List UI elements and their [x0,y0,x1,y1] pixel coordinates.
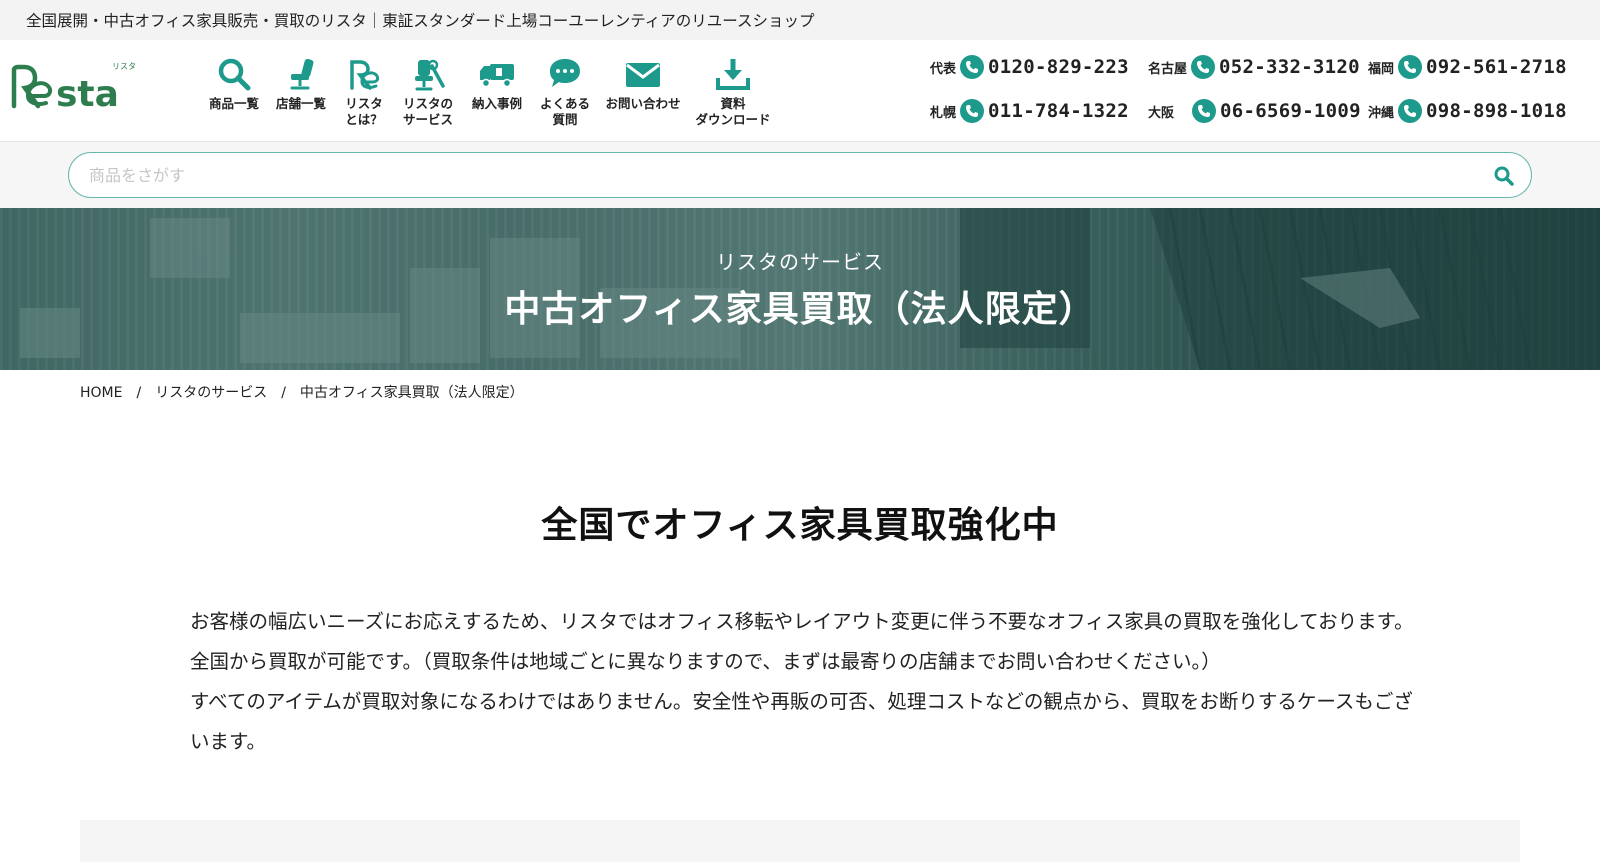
phone-city: 代表 [930,61,957,77]
breadcrumb-home[interactable]: HOME [80,385,122,401]
mail-icon [623,54,663,94]
breadcrumb-services[interactable]: リスタのサービス [155,385,267,401]
intro-paragraph-2: すべてのアイテムが買取対象になるわけではありません。安全性や再販の可否、処理コス… [190,690,1413,753]
section-heading: 全国でオフィス家具買取強化中 [541,505,1059,546]
download-icon [713,54,753,94]
phone-number: 06-6569-1009 [1220,100,1361,122]
site-tagline: 全国展開・中古オフィス家具販売・買取のリスタ｜東証スタンダード上場コーユーレンテ… [26,12,815,30]
phone-number: 052-332-3120 [1219,56,1360,78]
nav-download-label: 資料 ダウンロード [695,96,771,127]
phone-number: 092-561-2718 [1426,56,1567,78]
intro-text: お客様の幅広いニーズにお応えするため、リスタではオフィス移転やレイアウト変更に伴… [190,602,1420,762]
phone-icon [1192,99,1217,123]
search-submit-button[interactable] [1493,165,1515,187]
phone-city: 大阪 [1148,105,1175,121]
phone-number: 098-898-1018 [1426,100,1567,122]
svg-text:sta: sta [56,74,119,112]
phone-number: 011-784-1322 [988,100,1129,122]
hero-banner: リスタのサービス 中古オフィス家具買取（法人限定） [0,208,1600,370]
phone-icon [1191,55,1216,79]
search-icon [1494,166,1514,186]
breadcrumb: HOME / リスタのサービス / 中古オフィス家具買取（法人限定） [80,382,524,402]
chair-repair-icon [408,54,448,94]
nav-contact[interactable]: お問い合わせ [601,54,685,112]
phone-city: 札幌 [930,105,957,121]
site-logo[interactable]: リスタ sta [8,56,136,115]
search-band [0,142,1600,208]
phone-list: 代表 0120-829-223 名古屋 052-332-3120 福岡 092-… [930,54,1580,134]
nav-faq-label: よくある 質問 [539,96,590,127]
top-bar: 全国展開・中古オフィス家具販売・買取のリスタ｜東証スタンダード上場コーユーレンテ… [0,0,1600,40]
breadcrumb-separator: / [281,385,286,401]
site-header: リスタ sta 商品一覧 店舗一覧 リスタ とは？ リスタの サービス 納入事例… [0,40,1600,142]
office-chair-icon [281,54,321,94]
phone-icon [960,99,985,123]
nav-about[interactable]: リスタ とは？ [339,54,389,128]
phone-okinawa[interactable]: 沖縄 098-898-1018 [1368,98,1567,124]
phone-number: 0120-829-223 [988,56,1129,78]
phone-city: 福岡 [1368,61,1395,77]
truck-icon [477,54,517,94]
nav-stores-label: 店舗一覧 [275,96,326,111]
logo-ruby: リスタ [112,62,136,71]
phone-icon [1398,55,1423,79]
hero-subtitle: リスタのサービス [716,250,884,274]
nav-faq[interactable]: よくある 質問 [535,54,595,128]
nav-products[interactable]: 商品一覧 [205,54,263,112]
nav-download[interactable]: 資料 ダウンロード [689,54,777,128]
phone-icon [1398,99,1423,123]
resta-logo-icon: リスタ sta [11,62,136,115]
phone-sapporo[interactable]: 札幌 011-784-1322 [930,98,1129,124]
search-icon [214,54,254,94]
phone-main[interactable]: 代表 0120-829-223 [930,54,1129,80]
nav-services[interactable]: リスタの サービス [395,54,461,128]
phone-fukuoka[interactable]: 福岡 092-561-2718 [1368,54,1567,80]
content-panel [80,820,1520,862]
search-box [68,152,1532,198]
search-input[interactable] [89,162,1469,188]
nav-contact-label: お問い合わせ [605,96,681,111]
nav-cases[interactable]: 納入事例 [465,54,529,112]
phone-nagoya[interactable]: 名古屋 052-332-3120 [1148,54,1360,80]
phone-icon [960,55,985,79]
phone-city: 沖縄 [1368,105,1395,121]
phone-city: 名古屋 [1148,61,1188,77]
breadcrumb-current: 中古オフィス家具買取（法人限定） [299,385,524,401]
breadcrumb-separator: / [136,385,142,401]
chat-bubble-icon [545,54,585,94]
intro-paragraph-1: お客様の幅広いニーズにお応えするため、リスタではオフィス移転やレイアウト変更に伴… [190,610,1414,673]
nav-services-label: リスタの サービス [402,96,453,127]
resta-logo-icon [344,54,384,94]
nav-about-label: リスタ とは？ [345,96,383,127]
phone-osaka[interactable]: 大阪 06-6569-1009 [1148,98,1361,124]
hero-title: 中古オフィス家具買取（法人限定） [504,289,1096,330]
nav-stores[interactable]: 店舗一覧 [271,54,331,112]
nav-products-label: 商品一覧 [208,96,259,111]
nav-cases-label: 納入事例 [471,96,522,111]
